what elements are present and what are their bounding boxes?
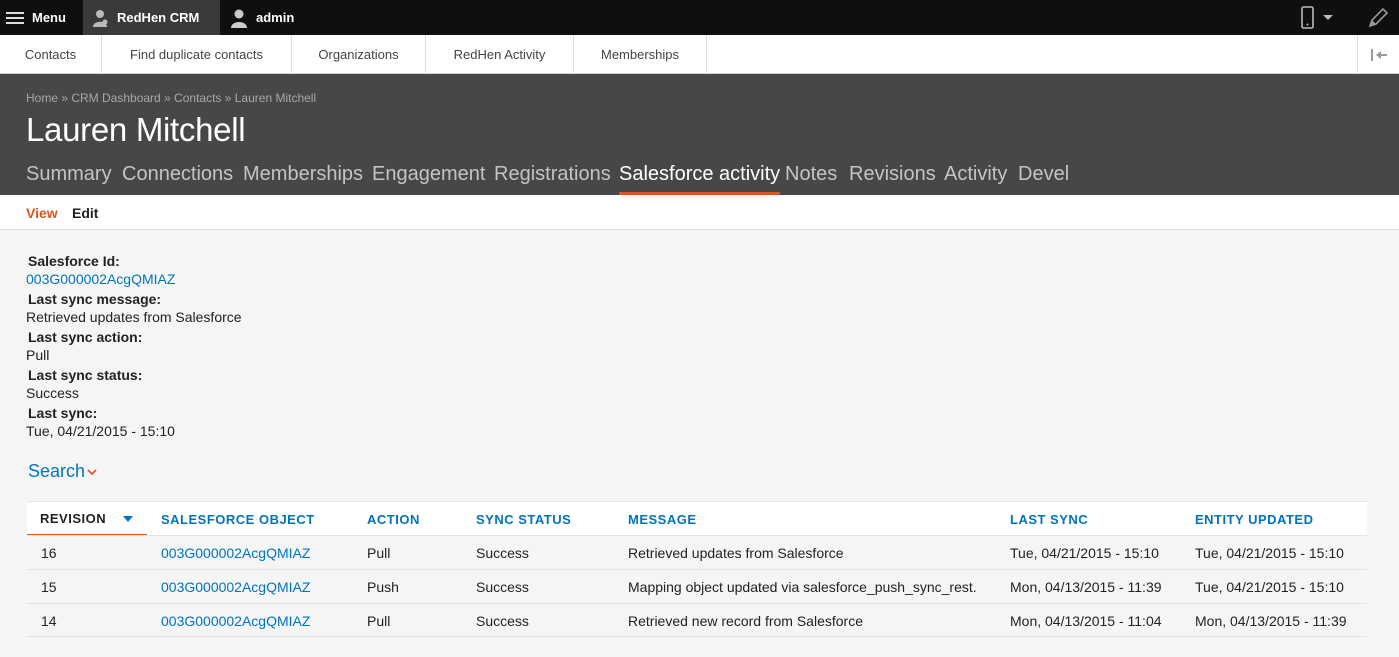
user-icon <box>231 9 247 28</box>
cell-last-sync: Tue, 04/21/2015 - 15:10 <box>1010 545 1159 561</box>
cell-salesforce-object-link[interactable]: 003G000002AcgQMIAZ <box>161 570 310 604</box>
col-sync-status[interactable]: SYNC STATUS <box>476 502 571 536</box>
page-title: Lauren Mitchell <box>26 111 246 148</box>
last-sync-action-label: Last sync action: <box>28 329 143 345</box>
secondary-tabs: View Edit <box>0 195 1399 230</box>
cell-salesforce-object-link[interactable]: 003G000002AcgQMIAZ <box>161 604 310 638</box>
col-salesforce-object[interactable]: SALESFORCE OBJECT <box>161 502 315 536</box>
col-action[interactable]: ACTION <box>367 502 420 536</box>
cell-message: Retrieved updates from Salesforce <box>628 545 844 561</box>
menu-button[interactable]: Menu <box>0 0 82 35</box>
tray-item-organizations[interactable]: Organizations <box>292 35 426 74</box>
cell-message: Mapping object updated via salesforce_pu… <box>628 579 977 595</box>
user-group-icon <box>93 9 108 27</box>
cell-last-sync: Mon, 04/13/2015 - 11:04 <box>1010 613 1162 629</box>
tab-engagement[interactable]: Engagement <box>372 163 485 195</box>
salesforce-id-link[interactable]: 003G000002AcgQMIAZ <box>26 271 175 287</box>
cell-revision: 16 <box>41 545 57 561</box>
table-row: 14 003G000002AcgQMIAZ Pull Success Retri… <box>27 603 1367 637</box>
last-sync-value: Tue, 04/21/2015 - 15:10 <box>26 423 175 439</box>
tab-summary[interactable]: Summary <box>26 163 112 195</box>
tab-activity[interactable]: Activity <box>944 163 1007 195</box>
edit-shortcuts-button[interactable] <box>1363 0 1393 35</box>
tab-salesforce-activity[interactable]: Salesforce activity <box>619 163 781 195</box>
last-sync-label: Last sync: <box>28 405 98 421</box>
table-row: 16 003G000002AcgQMIAZ Pull Success Retri… <box>27 535 1367 569</box>
menu-label: Menu <box>32 10 66 25</box>
table-header-row: REVISION SALESFORCE OBJECT ACTION SYNC S… <box>27 501 1367 536</box>
hamburger-icon <box>6 11 24 25</box>
search-toggle[interactable]: Search <box>28 461 97 482</box>
breadcrumb[interactable]: Home » CRM Dashboard » Contacts » Lauren… <box>26 91 316 105</box>
device-preview-button[interactable] <box>1300 0 1348 35</box>
cell-entity-updated: Tue, 04/21/2015 - 15:10 <box>1195 545 1344 561</box>
admin-label: admin <box>256 10 295 25</box>
chevron-down-icon <box>1323 14 1333 20</box>
tab-notes[interactable]: Notes <box>785 163 837 195</box>
admin-toolbar: Menu RedHen CRM admin <box>0 0 1399 35</box>
last-sync-status-value: Success <box>26 385 79 401</box>
sync-revisions-table: REVISION SALESFORCE OBJECT ACTION SYNC S… <box>27 501 1367 637</box>
tray-item-redhen-activity[interactable]: RedHen Activity <box>426 35 574 74</box>
last-sync-action-value: Pull <box>26 347 50 363</box>
col-revision-label: REVISION <box>40 510 107 526</box>
redhen-crm-button[interactable]: RedHen CRM <box>83 0 220 35</box>
tray-collapse-button[interactable] <box>1357 35 1399 74</box>
cell-sync-status: Success <box>476 545 529 561</box>
col-last-sync[interactable]: LAST SYNC <box>1010 502 1088 536</box>
chevron-down-icon <box>87 468 97 475</box>
last-sync-message-label: Last sync message: <box>28 291 162 307</box>
collapse-left-icon <box>1370 48 1387 61</box>
cell-action: Pull <box>367 545 391 561</box>
cell-action: Pull <box>367 613 391 629</box>
mobile-device-icon <box>1301 5 1314 29</box>
cell-sync-status: Success <box>476 613 529 629</box>
sort-descending-icon <box>123 516 133 522</box>
subtab-edit[interactable]: Edit <box>72 205 98 221</box>
tray-item-memberships[interactable]: Memberships <box>574 35 707 74</box>
cell-revision: 14 <box>41 613 57 629</box>
salesforce-id-label: Salesforce Id: <box>28 253 120 269</box>
tray-item-contacts[interactable]: Contacts <box>0 35 102 74</box>
tab-connections[interactable]: Connections <box>122 163 233 195</box>
tab-revisions[interactable]: Revisions <box>849 163 936 195</box>
toolbar-tray: Contacts Find duplicate contacts Organiz… <box>0 35 1399 74</box>
cell-salesforce-object-link[interactable]: 003G000002AcgQMIAZ <box>161 536 310 570</box>
pencil-icon <box>1368 7 1389 27</box>
col-message[interactable]: MESSAGE <box>628 502 697 536</box>
subtab-view[interactable]: View <box>26 205 58 221</box>
cell-sync-status: Success <box>476 579 529 595</box>
tray-item-find-duplicates[interactable]: Find duplicate contacts <box>102 35 292 74</box>
tab-devel[interactable]: Devel <box>1018 163 1069 195</box>
cell-action: Push <box>367 579 399 595</box>
cell-message: Retrieved new record from Salesforce <box>628 613 863 629</box>
admin-user-button[interactable]: admin <box>226 0 294 35</box>
search-label: Search <box>28 461 86 481</box>
col-revision[interactable]: REVISION <box>27 502 147 536</box>
last-sync-message-value: Retrieved updates from Salesforce <box>26 309 242 325</box>
last-sync-status-label: Last sync status: <box>28 367 143 383</box>
table-row: 15 003G000002AcgQMIAZ Push Success Mappi… <box>27 569 1367 603</box>
tab-registrations[interactable]: Registrations <box>494 163 611 195</box>
col-entity-updated[interactable]: ENTITY UPDATED <box>1195 502 1313 536</box>
cell-last-sync: Mon, 04/13/2015 - 11:39 <box>1010 579 1162 595</box>
tab-memberships[interactable]: Memberships <box>243 163 363 195</box>
cell-entity-updated: Mon, 04/13/2015 - 11:39 <box>1195 613 1347 629</box>
crm-label: RedHen CRM <box>117 10 200 25</box>
page-header: Home » CRM Dashboard » Contacts » Lauren… <box>0 74 1399 195</box>
cell-entity-updated: Tue, 04/21/2015 - 15:10 <box>1195 579 1344 595</box>
cell-revision: 15 <box>41 579 57 595</box>
